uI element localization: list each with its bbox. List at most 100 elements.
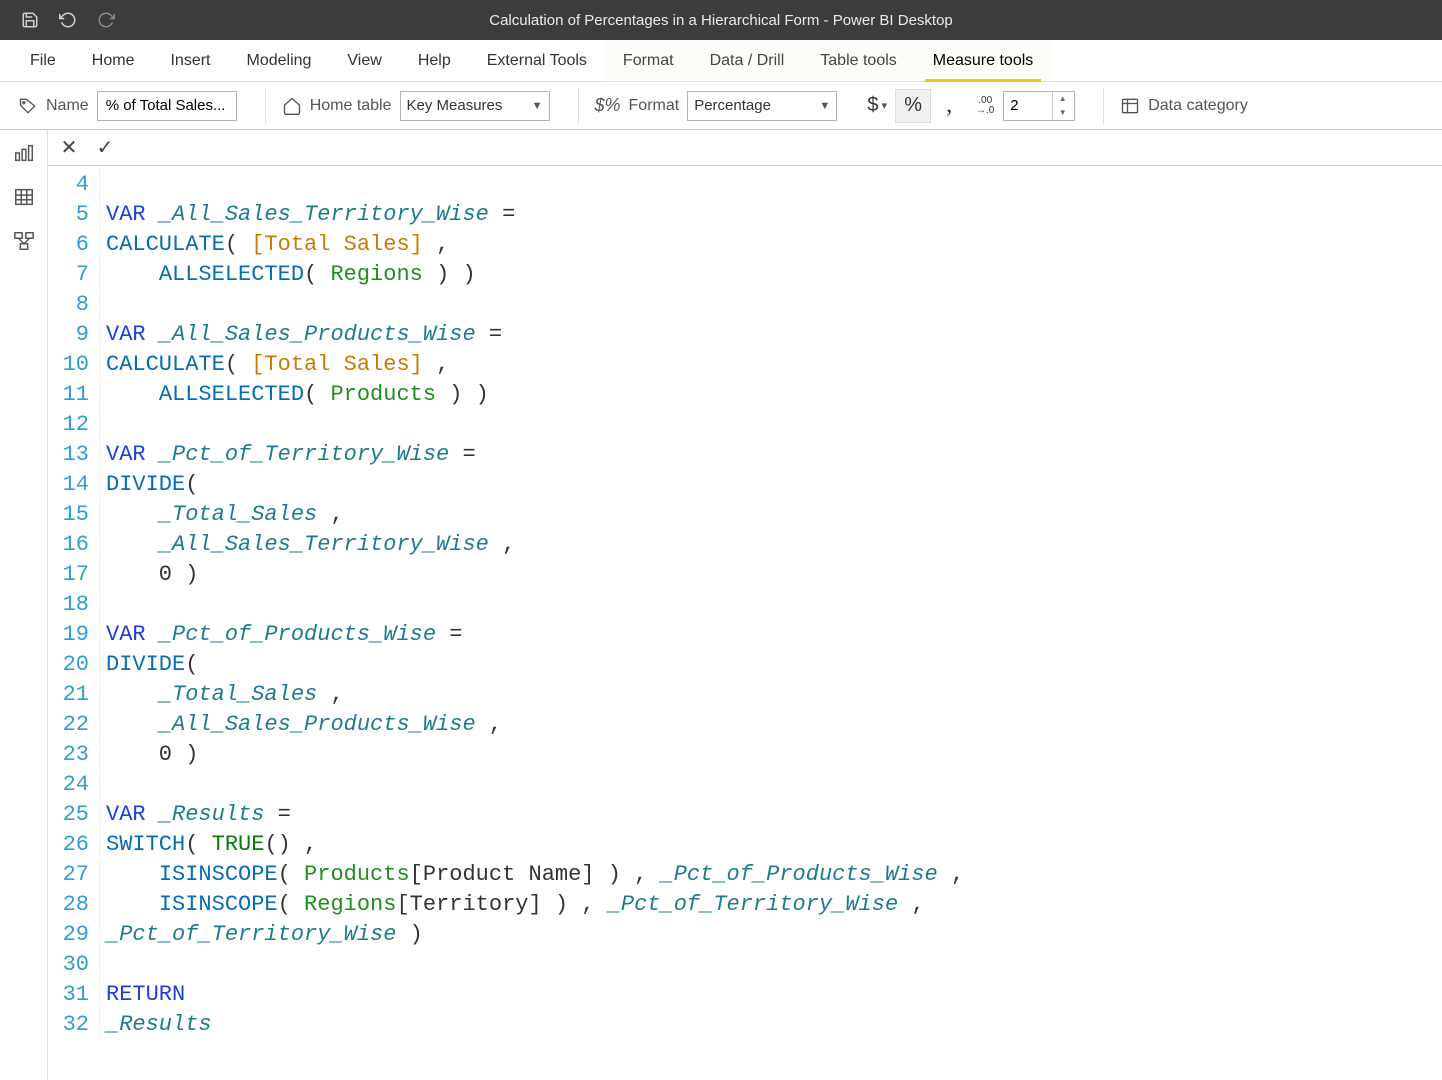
code-line[interactable]: 22 _All_Sales_Products_Wise ,: [48, 710, 1442, 740]
commit-formula-button[interactable]: ✓: [94, 137, 116, 159]
code-line[interactable]: 26SWITCH( TRUE() ,: [48, 830, 1442, 860]
line-number: 14: [48, 470, 100, 500]
undo-icon[interactable]: [58, 10, 78, 30]
code-line[interactable]: 28 ISINSCOPE( Regions[Territory] ) , _Pc…: [48, 890, 1442, 920]
tab-external-tools[interactable]: External Tools: [469, 40, 605, 81]
code-content[interactable]: ALLSELECTED( Regions ) ): [106, 260, 476, 290]
tab-format[interactable]: Format: [605, 40, 692, 81]
code-content[interactable]: VAR _All_Sales_Products_Wise =: [106, 320, 502, 350]
code-line[interactable]: 17 0 ): [48, 560, 1442, 590]
code-content[interactable]: _Results: [106, 1010, 212, 1040]
code-content[interactable]: [106, 410, 119, 440]
data-view-icon[interactable]: [11, 184, 37, 210]
code-line[interactable]: 29_Pct_of_Territory_Wise ): [48, 920, 1442, 950]
code-content[interactable]: [106, 290, 119, 320]
percent-button[interactable]: %: [895, 89, 931, 123]
dax-code-editor[interactable]: 4 5VAR _All_Sales_Territory_Wise =6CALCU…: [48, 166, 1442, 1080]
save-icon[interactable]: [20, 10, 40, 30]
tab-table-tools[interactable]: Table tools: [802, 40, 915, 81]
format-value: Percentage: [694, 97, 771, 114]
code-content[interactable]: _All_Sales_Products_Wise ,: [106, 710, 502, 740]
code-line[interactable]: 4: [48, 170, 1442, 200]
code-content[interactable]: VAR _All_Sales_Territory_Wise =: [106, 200, 515, 230]
code-line[interactable]: 6CALCULATE( [Total Sales] ,: [48, 230, 1442, 260]
code-content[interactable]: CALCULATE( [Total Sales] ,: [106, 350, 449, 380]
code-line[interactable]: 19VAR _Pct_of_Products_Wise =: [48, 620, 1442, 650]
code-content[interactable]: _All_Sales_Territory_Wise ,: [106, 530, 515, 560]
decimal-places-icon: .00→.0: [967, 89, 1003, 123]
left-nav: [0, 130, 48, 1080]
home-table-group: Home table Key Measures ▼: [282, 91, 562, 121]
code-content[interactable]: VAR _Pct_of_Territory_Wise =: [106, 440, 476, 470]
currency-button[interactable]: $▾: [859, 89, 895, 123]
tab-measure-tools[interactable]: Measure tools: [915, 40, 1052, 81]
number-format-buttons: $▾ % , .00→.0 ▲▼: [859, 89, 1087, 123]
code-line[interactable]: 11 ALLSELECTED( Products ) ): [48, 380, 1442, 410]
measure-name-input[interactable]: [97, 91, 237, 121]
code-line[interactable]: 16 _All_Sales_Territory_Wise ,: [48, 530, 1442, 560]
code-content[interactable]: CALCULATE( [Total Sales] ,: [106, 230, 449, 260]
redo-icon[interactable]: [96, 10, 116, 30]
code-line[interactable]: 15 _Total_Sales ,: [48, 500, 1442, 530]
comma-button[interactable]: ,: [931, 89, 967, 123]
code-content[interactable]: _Total_Sales ,: [106, 500, 344, 530]
code-line[interactable]: 31RETURN: [48, 980, 1442, 1010]
category-icon: [1120, 96, 1140, 116]
line-number: 17: [48, 560, 100, 590]
code-line[interactable]: 12: [48, 410, 1442, 440]
line-number: 13: [48, 440, 100, 470]
tab-view[interactable]: View: [329, 40, 399, 81]
format-dropdown[interactable]: Percentage ▼: [687, 91, 837, 121]
code-line[interactable]: 14DIVIDE(: [48, 470, 1442, 500]
code-content[interactable]: [106, 590, 119, 620]
tab-modeling[interactable]: Modeling: [228, 40, 329, 81]
window-title: Calculation of Percentages in a Hierarch…: [489, 12, 953, 29]
code-line[interactable]: 18: [48, 590, 1442, 620]
code-content[interactable]: [106, 950, 119, 980]
code-content[interactable]: [106, 770, 119, 800]
code-line[interactable]: 13VAR _Pct_of_Territory_Wise =: [48, 440, 1442, 470]
tab-data-drill[interactable]: Data / Drill: [692, 40, 803, 81]
code-line[interactable]: 21 _Total_Sales ,: [48, 680, 1442, 710]
code-content[interactable]: _Total_Sales ,: [106, 680, 344, 710]
decimal-places-spinner[interactable]: ▲▼: [1003, 91, 1075, 121]
code-line[interactable]: 7 ALLSELECTED( Regions ) ): [48, 260, 1442, 290]
home-table-dropdown[interactable]: Key Measures ▼: [400, 91, 550, 121]
code-content[interactable]: SWITCH( TRUE() ,: [106, 830, 317, 860]
code-content[interactable]: VAR _Results =: [106, 800, 291, 830]
code-line[interactable]: 9VAR _All_Sales_Products_Wise =: [48, 320, 1442, 350]
spinner-down-icon[interactable]: ▼: [1053, 106, 1072, 120]
code-line[interactable]: 8: [48, 290, 1442, 320]
code-content[interactable]: DIVIDE(: [106, 650, 198, 680]
code-line[interactable]: 24: [48, 770, 1442, 800]
code-line[interactable]: 5VAR _All_Sales_Territory_Wise =: [48, 200, 1442, 230]
code-line[interactable]: 32_Results: [48, 1010, 1442, 1040]
code-line[interactable]: 30: [48, 950, 1442, 980]
line-number: 19: [48, 620, 100, 650]
code-line[interactable]: 20DIVIDE(: [48, 650, 1442, 680]
code-content[interactable]: DIVIDE(: [106, 470, 198, 500]
decimal-places-input[interactable]: [1004, 92, 1052, 120]
code-content[interactable]: RETURN: [106, 980, 185, 1010]
code-content[interactable]: ISINSCOPE( Regions[Territory] ) , _Pct_o…: [106, 890, 925, 920]
code-content[interactable]: _Pct_of_Territory_Wise ): [106, 920, 423, 950]
code-line[interactable]: 10CALCULATE( [Total Sales] ,: [48, 350, 1442, 380]
code-content[interactable]: ISINSCOPE( Products[Product Name] ) , _P…: [106, 860, 964, 890]
spinner-up-icon[interactable]: ▲: [1053, 92, 1072, 106]
cancel-formula-button[interactable]: ✕: [58, 137, 80, 159]
line-number: 7: [48, 260, 100, 290]
code-content[interactable]: ALLSELECTED( Products ) ): [106, 380, 489, 410]
tab-home[interactable]: Home: [74, 40, 153, 81]
code-content[interactable]: [106, 170, 119, 200]
code-line[interactable]: 27 ISINSCOPE( Products[Product Name] ) ,…: [48, 860, 1442, 890]
code-line[interactable]: 25VAR _Results =: [48, 800, 1442, 830]
code-line[interactable]: 23 0 ): [48, 740, 1442, 770]
code-content[interactable]: VAR _Pct_of_Products_Wise =: [106, 620, 462, 650]
code-content[interactable]: 0 ): [106, 560, 198, 590]
model-view-icon[interactable]: [11, 228, 37, 254]
code-content[interactable]: 0 ): [106, 740, 198, 770]
report-view-icon[interactable]: [11, 140, 37, 166]
tab-file[interactable]: File: [12, 40, 74, 81]
tab-help[interactable]: Help: [400, 40, 469, 81]
tab-insert[interactable]: Insert: [152, 40, 228, 81]
